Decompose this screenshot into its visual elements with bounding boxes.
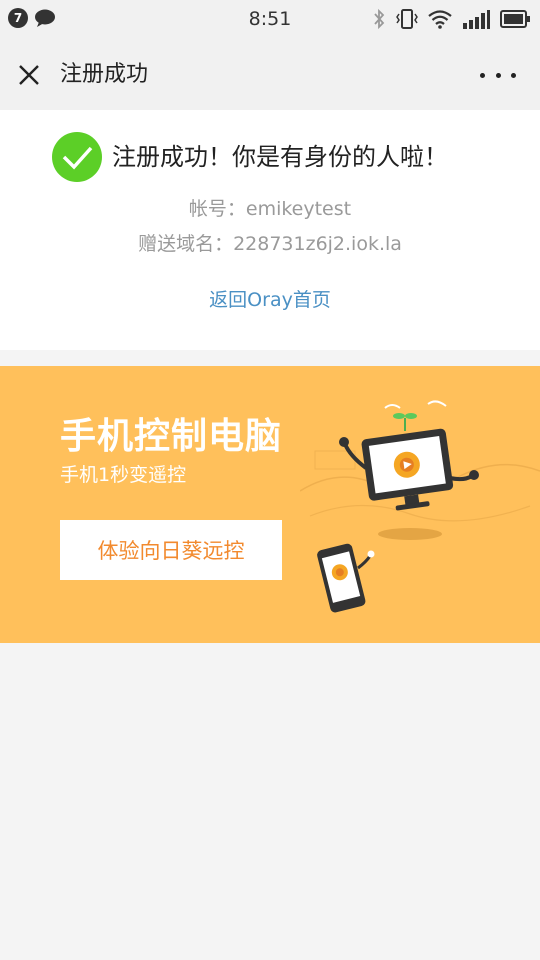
return-home-link[interactable]: 返回Oray首页 [0,287,540,313]
promo-banner[interactable]: 手机控制电脑 手机1秒变遥控 体验向日葵远控 [0,366,540,643]
bluetooth-icon [374,8,385,30]
success-row: 注册成功！你是有身份的人啦！ [52,132,448,182]
more-dot [480,72,485,78]
success-check-icon [52,132,102,182]
more-icon[interactable] [480,62,516,88]
more-dot [511,72,516,78]
domain-line: 赠送域名：228731z6j2.iok.la [138,233,402,255]
try-sunlogin-button[interactable]: 体验向日葵远控 [60,520,282,580]
nav-bar: 注册成功 [0,38,540,110]
success-message: 注册成功！你是有身份的人啦！ [112,143,448,171]
account-line: 帐号：emikeytest [188,198,352,220]
more-dot [495,72,501,78]
monitor-phone-illustration [300,400,540,613]
signal-icon [463,10,490,29]
status-icons [362,8,530,30]
success-card: 注册成功！你是有身份的人啦！ 帐号：emikeytest 赠送域名：228731… [0,110,540,350]
vibrate-icon [396,9,418,29]
battery-icon [500,10,530,28]
promo-title: 手机控制电脑 [60,416,283,457]
promo-subtitle: 手机1秒变遥控 [60,464,187,486]
page-title: 注册成功 [60,62,149,87]
close-icon[interactable] [14,60,44,90]
status-bar: 7 8:51 [0,0,540,38]
wifi-icon [428,10,452,29]
